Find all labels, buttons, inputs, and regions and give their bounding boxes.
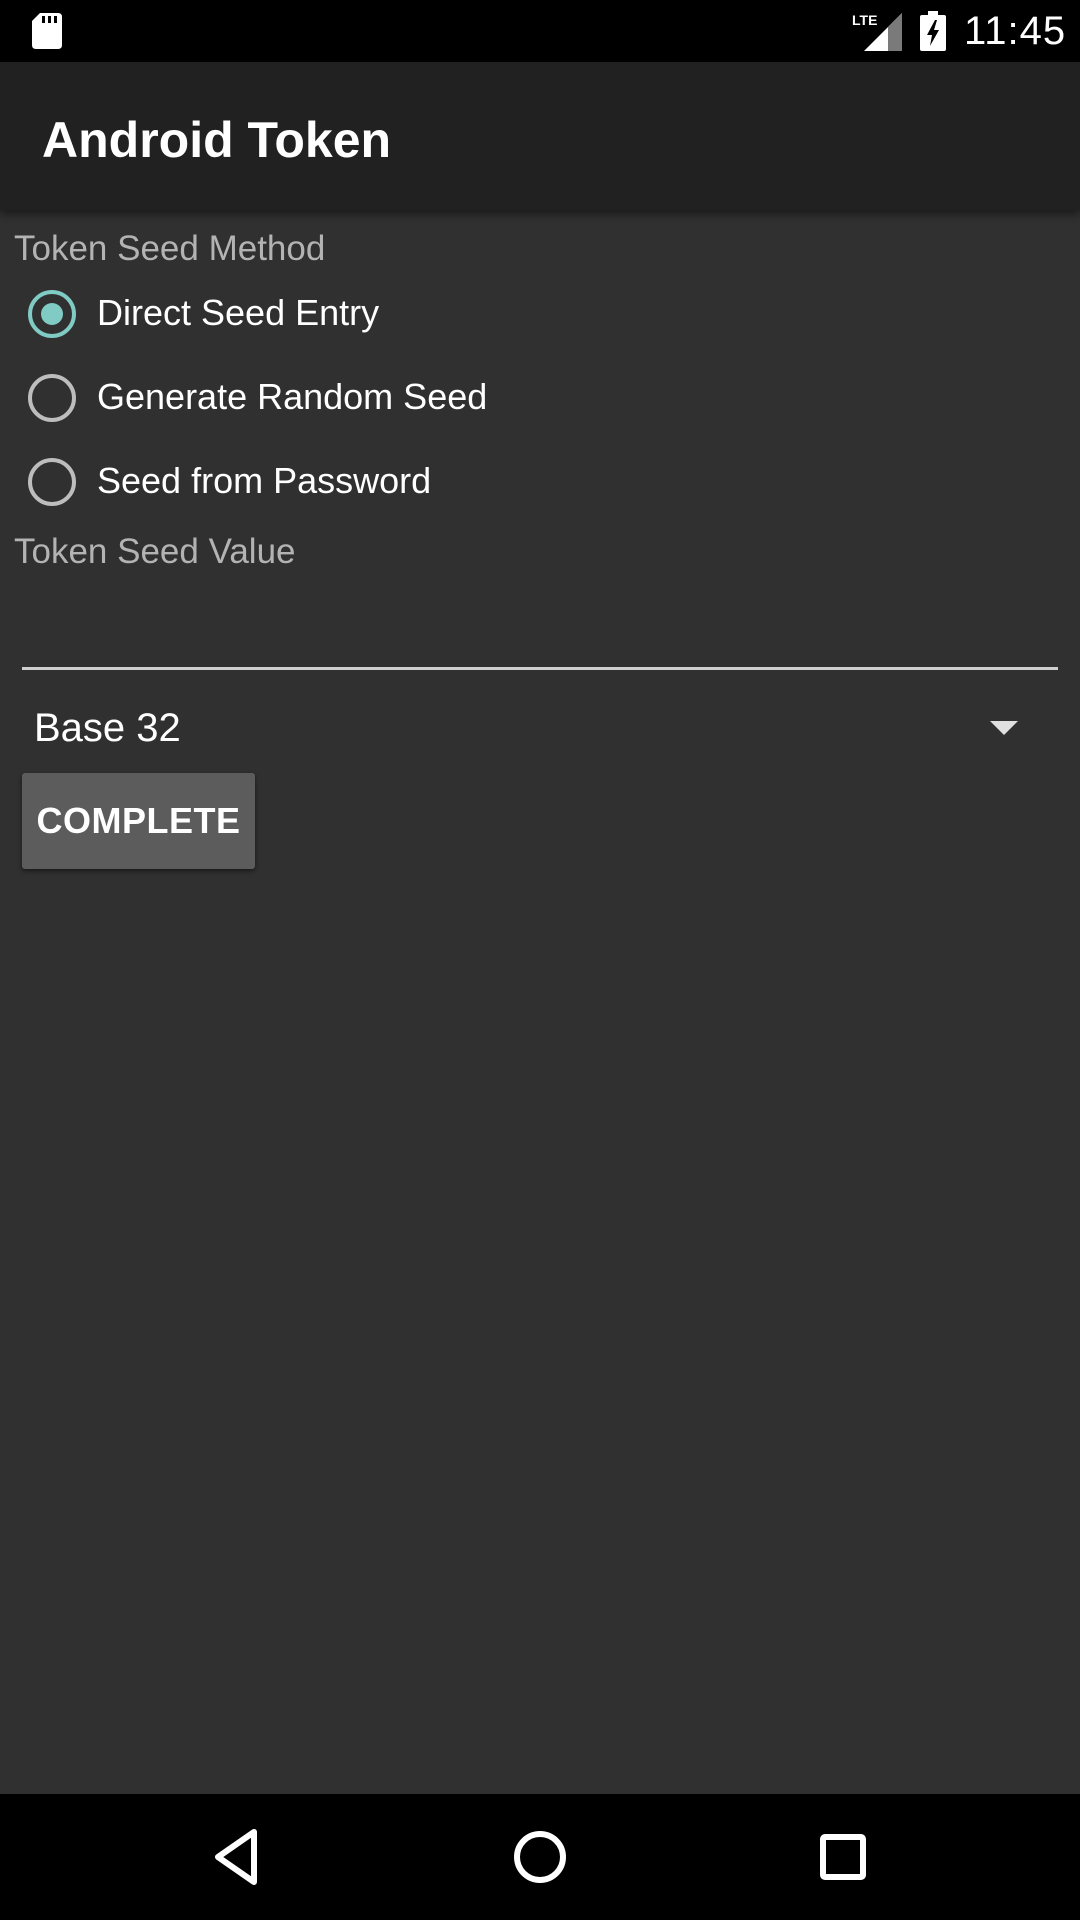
home-icon[interactable] (507, 1824, 573, 1890)
status-bar: LTE 11:45 (0, 0, 1080, 62)
back-icon[interactable] (204, 1824, 270, 1890)
app-title: Android Token (42, 112, 392, 168)
encoding-dropdown[interactable]: Base 32 (22, 692, 1058, 764)
radio-label: Seed from Password (97, 460, 432, 501)
radio-button-unchecked[interactable] (28, 374, 76, 422)
complete-button-label: COMPLETE (36, 800, 241, 841)
lte-label: LTE (852, 12, 877, 28)
status-clock: 11:45 (964, 9, 1067, 53)
seed-method-label: Token Seed Method (14, 229, 326, 268)
radio-label: Direct Seed Entry (97, 292, 380, 333)
battery-charging-icon (920, 11, 946, 51)
recents-icon[interactable] (810, 1824, 876, 1890)
radio-button-checked[interactable] (28, 290, 76, 338)
seed-value-label: Token Seed Value (14, 532, 296, 571)
encoding-selected-value: Base 32 (34, 706, 181, 750)
radio-button-unchecked[interactable] (28, 458, 76, 506)
complete-button[interactable]: COMPLETE (22, 773, 255, 869)
dropdown-arrow-icon (990, 721, 1018, 735)
lte-signal-icon: LTE (852, 12, 902, 51)
sd-card-icon (32, 13, 62, 49)
seed-value-input[interactable] (22, 582, 1058, 670)
navigation-bar (0, 1794, 1080, 1920)
radio-label: Generate Random Seed (97, 376, 488, 417)
app-bar: Android Token (0, 62, 1080, 210)
